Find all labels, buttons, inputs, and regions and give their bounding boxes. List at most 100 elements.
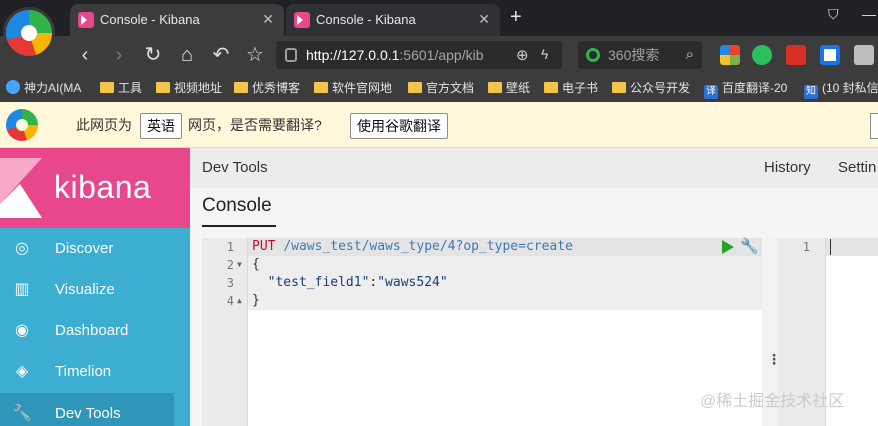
page-title: Dev Tools bbox=[202, 159, 268, 176]
bookmark-label: 官方文档 bbox=[426, 81, 475, 95]
tab-console-kibana-1[interactable]: Console - Kibana ✕ bbox=[70, 4, 284, 36]
windows-icon[interactable] bbox=[720, 45, 740, 65]
nav-discover[interactable]: ◎ Discover bbox=[0, 228, 190, 270]
nav-label: Visualize bbox=[55, 281, 115, 298]
home-button[interactable]: ⌂ bbox=[174, 42, 200, 68]
tab-title: Console - Kibana bbox=[100, 12, 200, 27]
close-icon[interactable]: ✕ bbox=[262, 11, 274, 27]
folder-icon bbox=[234, 82, 248, 93]
wrench-icon: 🔧 bbox=[12, 405, 32, 422]
fold-toggle-icon[interactable]: ▲ bbox=[237, 292, 242, 310]
bookmark-label: 软件官网地 bbox=[332, 81, 393, 95]
send-request-play-icon[interactable] bbox=[722, 240, 734, 254]
nav-dashboard[interactable]: ◉ Dashboard bbox=[0, 310, 190, 352]
bookmark-wechat-dev[interactable]: 公众号开发 bbox=[612, 80, 690, 96]
dev-tools-main: Dev Tools History Settin Console 1 2 ▼ 3… bbox=[190, 148, 878, 426]
request-path: /waws_test/waws_type/4?op_type=create bbox=[283, 239, 573, 254]
text-cursor bbox=[830, 239, 831, 255]
bookmarks-bar: 神力AI(MA 工具 视频地址 优秀博客 软件官网地 官方文档 壁纸 电子书 公… bbox=[0, 74, 878, 102]
folder-icon bbox=[314, 82, 328, 93]
translate-infobar: 此网页为 英语 网页，是否需要翻译? 使用谷歌翻译 bbox=[0, 102, 878, 148]
bookmark-label: 电子书 bbox=[562, 81, 599, 95]
skin-icon[interactable]: ⛉ bbox=[828, 6, 839, 23]
search-box[interactable]: 360搜索 ⌕ bbox=[578, 41, 702, 69]
speed-mode-icon[interactable]: ϟ bbox=[541, 46, 548, 62]
bookmark-ebooks[interactable]: 电子书 bbox=[544, 80, 598, 96]
zhihu-icon: 知 bbox=[804, 85, 818, 99]
code-line[interactable]: { bbox=[252, 256, 260, 274]
search-engine-icon bbox=[586, 48, 600, 62]
bookmark-zhihu[interactable]: 知 (10 封私信 bbox=[804, 80, 878, 99]
code-line[interactable]: PUT /waws_test/waws_type/4?op_type=creat… bbox=[252, 238, 573, 256]
back-button[interactable]: ‹ bbox=[72, 42, 98, 68]
history-link[interactable]: History bbox=[764, 159, 811, 177]
line-number: 4 bbox=[226, 294, 234, 308]
reload-button[interactable]: ↻ bbox=[140, 42, 166, 68]
line-number: 1 bbox=[802, 240, 810, 254]
tab-underline bbox=[202, 225, 276, 227]
fe-icon[interactable] bbox=[786, 45, 806, 65]
wrench-icon[interactable]: 🔧 bbox=[740, 238, 759, 256]
open-brace: { bbox=[252, 257, 260, 272]
line-number: 2 bbox=[226, 258, 234, 272]
folder-icon bbox=[612, 82, 626, 93]
google-translate-button[interactable]: 使用谷歌翻译 bbox=[350, 113, 448, 139]
bookmark-label: 神力AI(MA bbox=[24, 81, 82, 95]
search-icon[interactable]: ⌕ bbox=[686, 46, 694, 63]
http-method: PUT bbox=[252, 239, 276, 254]
minimize-button[interactable]: — bbox=[862, 6, 876, 22]
search-input[interactable]: 360搜索 bbox=[608, 47, 659, 63]
evernote-icon[interactable] bbox=[752, 45, 772, 65]
new-tab-button[interactable]: + bbox=[510, 7, 522, 27]
tab-console-kibana-2[interactable]: Console - Kibana ✕ bbox=[286, 4, 500, 36]
bookmark-ext-icon[interactable] bbox=[854, 45, 874, 65]
bookmark-wallpaper[interactable]: 壁纸 bbox=[488, 80, 530, 96]
nav-visualize[interactable]: ▥ Visualize bbox=[0, 269, 190, 311]
url-rest: :5601/app/kib bbox=[399, 47, 484, 63]
bookmark-blogs[interactable]: 优秀博客 bbox=[234, 80, 300, 96]
bookmark-shenli[interactable]: 神力AI(MA bbox=[6, 80, 81, 96]
watermark: @稀土掘金技术社区 bbox=[700, 393, 845, 410]
nav-label: Dev Tools bbox=[55, 405, 121, 422]
folder-icon bbox=[156, 82, 170, 93]
nav-dev-tools[interactable]: 🔧 Dev Tools bbox=[0, 393, 174, 426]
bookmark-label: (10 封私信 bbox=[822, 81, 878, 95]
undo-close-button[interactable]: ↶ bbox=[208, 42, 234, 68]
browser-logo-icon[interactable] bbox=[3, 7, 55, 59]
bookmark-tools[interactable]: 工具 bbox=[100, 80, 142, 96]
fold-toggle-icon[interactable]: ▼ bbox=[237, 256, 242, 274]
security-icon[interactable] bbox=[285, 48, 297, 62]
kibana-mark-icon bbox=[0, 158, 42, 218]
bookmark-label: 壁纸 bbox=[506, 81, 531, 95]
compass-icon: ◎ bbox=[15, 240, 29, 257]
bookmark-videos[interactable]: 视频地址 bbox=[156, 80, 222, 96]
bookmark-baidu-translate[interactable]: 译百度翻译-20 bbox=[704, 80, 787, 99]
nav-timelion[interactable]: ◈ Timelion bbox=[0, 351, 190, 393]
language-button[interactable]: 英语 bbox=[140, 113, 182, 139]
sidebar-scrollbar[interactable] bbox=[174, 228, 190, 426]
browser-toolbar: ‹ › ↻ ⌂ ↶ ☆ http://127.0.0.1:5601/app/ki… bbox=[0, 36, 878, 74]
request-editor[interactable]: 1 2 ▼ 3 4 ▲ PUT /waws_test/waws_type/4?o… bbox=[202, 238, 762, 426]
bookmark-star-button[interactable]: ☆ bbox=[242, 42, 268, 68]
tab-title: Console - Kibana bbox=[316, 12, 416, 27]
folder-icon bbox=[100, 82, 114, 93]
tab-strip: Console - Kibana ✕ Console - Kibana ✕ + … bbox=[0, 0, 878, 36]
bar-chart-icon: ▥ bbox=[14, 281, 30, 298]
nav-label: Timelion bbox=[55, 363, 112, 380]
zoom-icon[interactable]: ⊕ bbox=[516, 46, 529, 64]
kibana-logo[interactable]: kibana bbox=[0, 148, 190, 228]
close-icon[interactable]: ✕ bbox=[478, 11, 490, 27]
code-line[interactable]: "test_field1":"waws524" bbox=[252, 274, 448, 292]
bookmark-docs[interactable]: 官方文档 bbox=[408, 80, 474, 96]
translate-bar-close-button[interactable] bbox=[870, 113, 878, 139]
translate-prefix: 此网页为 bbox=[76, 117, 132, 133]
forward-button[interactable]: › bbox=[106, 42, 132, 68]
code-line[interactable]: } bbox=[252, 292, 260, 310]
settings-link[interactable]: Settin bbox=[838, 159, 876, 177]
folder-icon bbox=[544, 82, 558, 93]
layers-icon[interactable] bbox=[820, 45, 840, 65]
bookmark-software[interactable]: 软件官网地 bbox=[314, 80, 392, 96]
close-brace: } bbox=[252, 293, 260, 308]
address-bar[interactable]: http://127.0.0.1:5601/app/kib ⊕ ϟ bbox=[276, 41, 562, 69]
tab-console[interactable]: Console bbox=[202, 194, 272, 218]
